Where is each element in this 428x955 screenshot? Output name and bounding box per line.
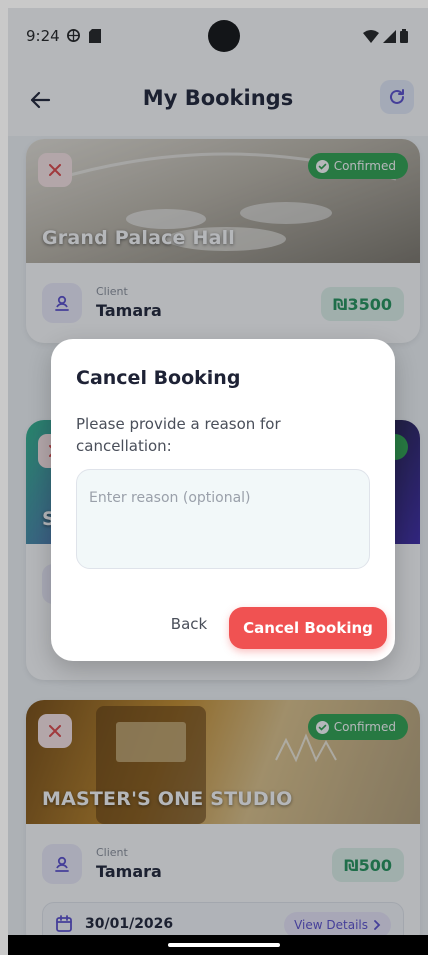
cancellation-reason-input[interactable] [76,469,370,569]
app-screen: 9:24 My Bookings Confirmed Grand Palace … [8,8,428,955]
system-nav-bar [8,935,428,955]
dialog-back-button[interactable]: Back [159,615,219,633]
dialog-title: Cancel Booking [76,367,241,389]
dialog-message: Please provide a reason for cancellation… [76,415,281,455]
cancel-booking-dialog: Cancel Booking Please provide a reason f… [51,339,395,661]
home-indicator[interactable] [168,943,280,947]
confirm-cancel-booking-button[interactable]: Cancel Booking [229,607,387,649]
